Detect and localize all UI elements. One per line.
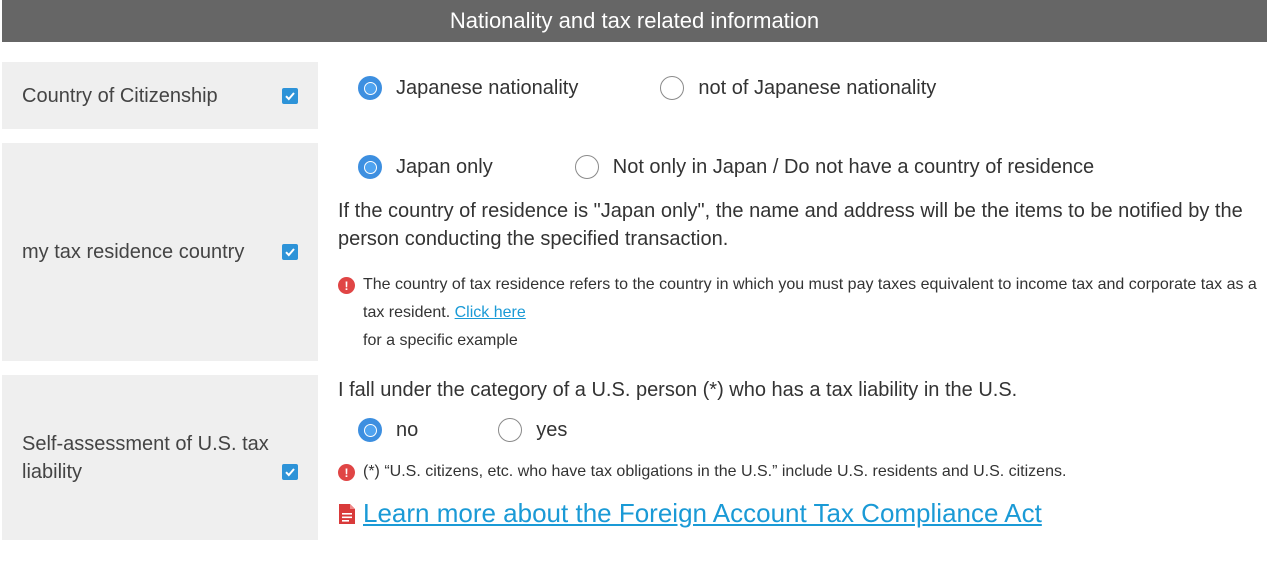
section-header: Nationality and tax related information [2, 0, 1267, 42]
radio-unchecked-icon[interactable] [574, 155, 599, 179]
radio-label: Japan only [396, 155, 493, 178]
residence-explanation: If the country of residence is "Japan on… [338, 200, 1243, 250]
residence-label: my tax residence country [22, 241, 245, 263]
citizenship-check-icon [282, 87, 298, 104]
radio-unchecked-icon[interactable] [660, 76, 685, 100]
fatca-link[interactable]: Learn more about the Foreign Account Tax… [363, 498, 1042, 529]
radio-checked-icon[interactable] [358, 76, 382, 100]
residence-note: ! The country of tax residence refers to… [338, 271, 1258, 355]
radio-not-japanese-nationality[interactable]: not of Japanese nationality [660, 76, 936, 100]
us-tax-note-text: (*) “U.S. citizens, etc. who have tax ob… [363, 463, 1067, 480]
radio-label: yes [536, 418, 568, 441]
click-here-link[interactable]: Click here [455, 304, 526, 321]
radio-label: Not only in Japan / Do not have a countr… [612, 155, 1095, 178]
radio-label: Japanese nationality [396, 76, 579, 99]
radio-no[interactable]: no [358, 418, 418, 442]
radio-checked-icon[interactable] [358, 418, 382, 442]
us-tax-note: ! (*) “U.S. citizens, etc. who have tax … [338, 458, 1258, 486]
residence-check-icon [282, 244, 298, 260]
us-tax-content: I fall under the category of a U.S. pers… [338, 376, 1258, 529]
us-tax-label-cell: Self-assessment of U.S. tax liability [2, 375, 318, 540]
radio-label: not of Japanese nationality [698, 76, 937, 99]
radio-japanese-nationality[interactable]: Japanese nationality [358, 76, 578, 100]
fatca-link-row[interactable]: Learn more about the Foreign Account Tax… [338, 498, 1258, 529]
radio-japan-only[interactable]: Japan only [358, 155, 493, 179]
residence-label-cell: my tax residence country [2, 143, 318, 361]
us-tax-check-icon [282, 463, 298, 480]
us-tax-label: Self-assessment of U.S. tax liability [22, 432, 269, 483]
citizenship-label-cell: Country of Citizenship [2, 62, 318, 129]
citizenship-options: Japanese nationality not of Japanese nat… [338, 76, 1258, 100]
us-tax-question: I fall under the category of a U.S. pers… [338, 379, 1018, 401]
radio-label: no [396, 418, 419, 441]
exclamation-icon: ! [338, 464, 355, 481]
document-icon [339, 503, 355, 524]
exclamation-icon: ! [338, 277, 355, 294]
citizenship-label: Country of Citizenship [22, 84, 218, 107]
radio-checked-icon[interactable] [358, 155, 382, 179]
radio-yes[interactable]: yes [498, 418, 567, 442]
residence-note-after: for a specific example [363, 332, 518, 349]
radio-not-only-japan[interactable]: Not only in Japan / Do not have a countr… [574, 155, 1095, 179]
section-title: Nationality and tax related information [449, 8, 820, 33]
radio-unchecked-icon[interactable] [498, 418, 523, 442]
residence-content: Japan only Not only in Japan / Do not ha… [338, 155, 1258, 355]
